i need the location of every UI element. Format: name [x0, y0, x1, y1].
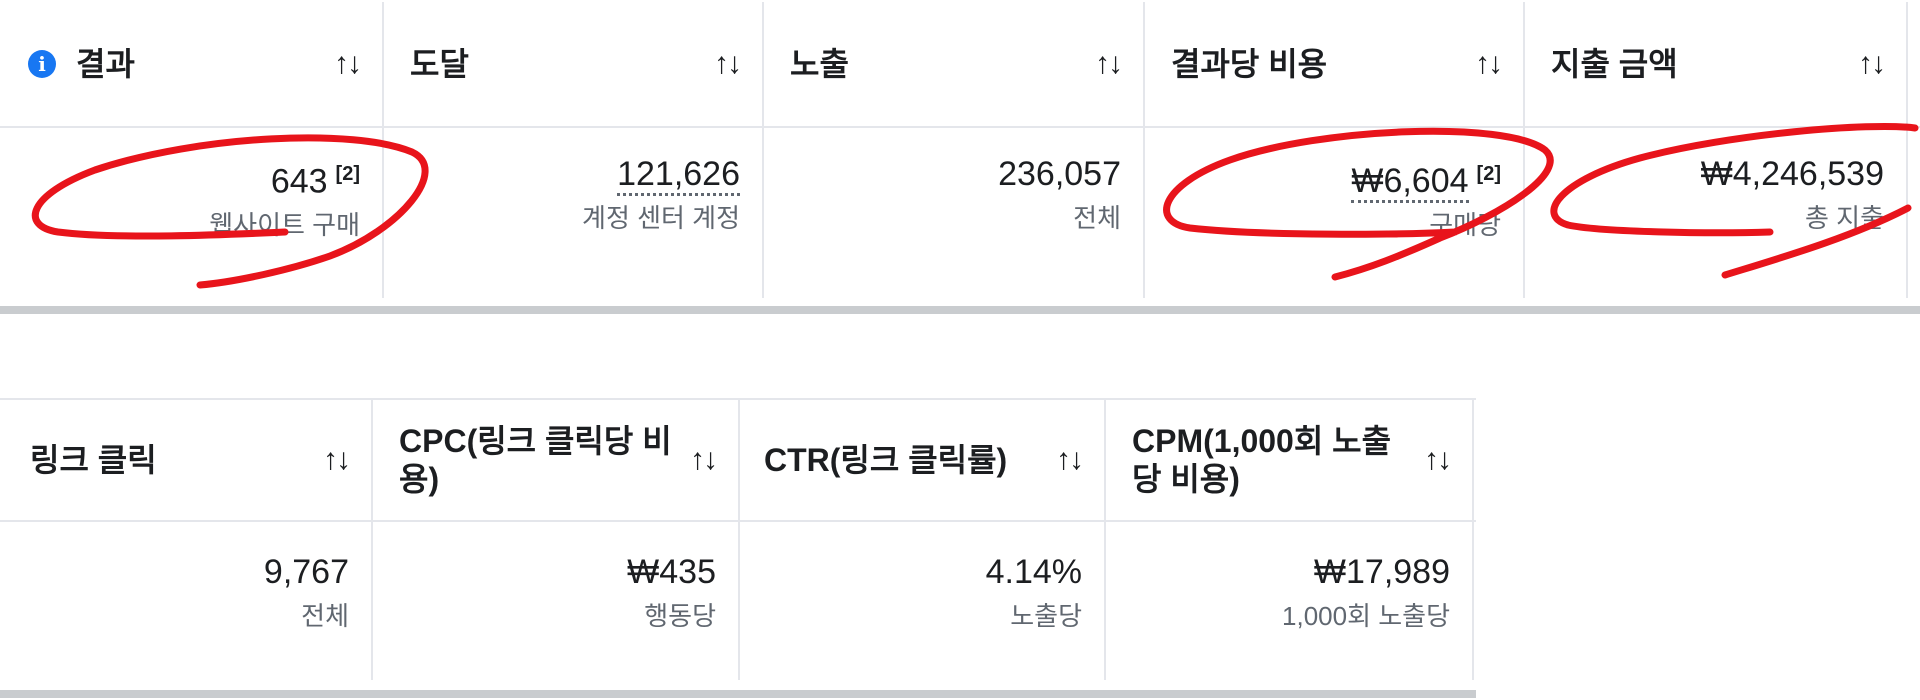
metric-value: 643 [2] — [270, 162, 360, 201]
sort-icon[interactable]: ↑↓ — [1475, 47, 1503, 81]
metric-value: 9,767 — [263, 553, 349, 591]
metric-sublabel: 1,000회 노출당 — [1282, 601, 1450, 631]
footnote-badge[interactable]: [2] — [1477, 163, 1501, 185]
column-header-ctr[interactable]: CTR(링크 클릭률) ↑↓ — [740, 400, 1106, 520]
metric-value[interactable]: 121,626 — [394, 152, 740, 196]
column-header-label: CPC(링크 클릭당 비용) — [399, 423, 672, 497]
cell-ctr: 4.14% 노출당 — [740, 520, 1106, 680]
cell-link-clicks: 9,767 전체 — [0, 520, 373, 680]
table-header-row: 링크 클릭 ↑↓ CPC(링크 클릭당 비용) ↑↓ CTR(링크 클릭률) ↑… — [0, 398, 1476, 522]
column-header-impressions[interactable]: 노출 ↑↓ — [764, 2, 1145, 126]
column-header-link-clicks[interactable]: 링크 클릭 ↑↓ — [0, 400, 373, 520]
column-header-label: CTR(링크 클릭률) — [764, 442, 1008, 478]
metric-value: 236,057 — [998, 155, 1121, 193]
metric-sublabel: 구매당 — [1429, 210, 1501, 241]
sort-icon[interactable]: ↑↓ — [1424, 443, 1452, 477]
metrics-table-top: i 결과 ↑↓ 도달 ↑↓ 노출 ↑↓ 결과당 비용 ↑↓ 지출 금액 ↑↓ 6… — [0, 2, 1920, 314]
metrics-table-bottom: 링크 클릭 ↑↓ CPC(링크 클릭당 비용) ↑↓ CTR(링크 클릭률) ↑… — [0, 398, 1476, 700]
column-header-label: 결과당 비용 — [1171, 46, 1328, 82]
horizontal-scrollbar[interactable] — [0, 690, 1476, 698]
column-header-label: CPM(1,000회 노출당 비용) — [1132, 423, 1392, 497]
footnote-badge[interactable]: [2] — [336, 163, 360, 185]
metric-sublabel: 총 지출 — [1805, 203, 1884, 233]
horizontal-scrollbar[interactable] — [0, 306, 1920, 314]
info-icon[interactable]: i — [28, 50, 56, 78]
sort-icon[interactable]: ↑↓ — [334, 47, 362, 81]
metric-value[interactable]: ₩6,604 [2] — [1155, 152, 1501, 204]
sort-icon[interactable]: ↑↓ — [1095, 47, 1123, 81]
column-header-reach[interactable]: 도달 ↑↓ — [384, 2, 764, 126]
column-header-cpm[interactable]: CPM(1,000회 노출당 비용) ↑↓ — [1106, 400, 1474, 520]
cell-cost-per-result: ₩6,604 [2] 구매당 — [1145, 128, 1525, 298]
column-header-cost-per-result[interactable]: 결과당 비용 ↑↓ — [1145, 2, 1525, 126]
sort-icon[interactable]: ↑↓ — [1858, 47, 1886, 81]
metric-sublabel: 행동당 — [644, 601, 716, 631]
sort-icon[interactable]: ↑↓ — [1056, 443, 1084, 477]
table-header-row: i 결과 ↑↓ 도달 ↑↓ 노출 ↑↓ 결과당 비용 ↑↓ 지출 금액 ↑↓ — [0, 2, 1920, 128]
table-row: 9,767 전체 ₩435 행동당 4.14% 노출당 ₩17,989 1,00… — [0, 520, 1476, 680]
cell-cpc: ₩435 행동당 — [373, 520, 740, 680]
cell-results: 643 [2] 웹사이트 구매 — [0, 128, 384, 298]
cell-amount-spent: ₩4,246,539 총 지출 — [1525, 128, 1908, 298]
sort-icon[interactable]: ↑↓ — [690, 443, 718, 477]
column-header-label: 지출 금액 — [1551, 46, 1678, 82]
metric-sublabel: 웹사이트 구매 — [209, 210, 360, 241]
cell-impressions: 236,057 전체 — [764, 128, 1145, 298]
column-header-amount-spent[interactable]: 지출 금액 ↑↓ — [1525, 2, 1908, 126]
metric-value: ₩17,989 — [1313, 553, 1450, 591]
column-header-cpc[interactable]: CPC(링크 클릭당 비용) ↑↓ — [373, 400, 740, 520]
column-header-label: 도달 — [410, 46, 469, 82]
metric-sublabel: 노출당 — [1010, 601, 1082, 631]
sort-icon[interactable]: ↑↓ — [323, 443, 351, 477]
table-row: 643 [2] 웹사이트 구매 121,626 계정 센터 계정 236,057 … — [0, 128, 1920, 298]
metric-sublabel: 전체 — [301, 601, 349, 631]
metric-sublabel: 계정 센터 계정 — [582, 203, 740, 233]
sort-icon[interactable]: ↑↓ — [714, 47, 742, 81]
column-header-label: 결과 — [76, 46, 135, 82]
metric-value: 4.14% — [985, 553, 1082, 591]
metric-sublabel: 전체 — [1073, 203, 1121, 233]
metric-value: ₩435 — [627, 553, 716, 591]
cell-reach: 121,626 계정 센터 계정 — [384, 128, 764, 298]
column-header-label: 링크 클릭 — [30, 442, 157, 478]
cell-cpm: ₩17,989 1,000회 노출당 — [1106, 520, 1474, 680]
metric-value: ₩4,246,539 — [1700, 155, 1884, 193]
column-header-label: 노출 — [790, 46, 849, 82]
column-header-results[interactable]: i 결과 ↑↓ — [0, 2, 384, 126]
